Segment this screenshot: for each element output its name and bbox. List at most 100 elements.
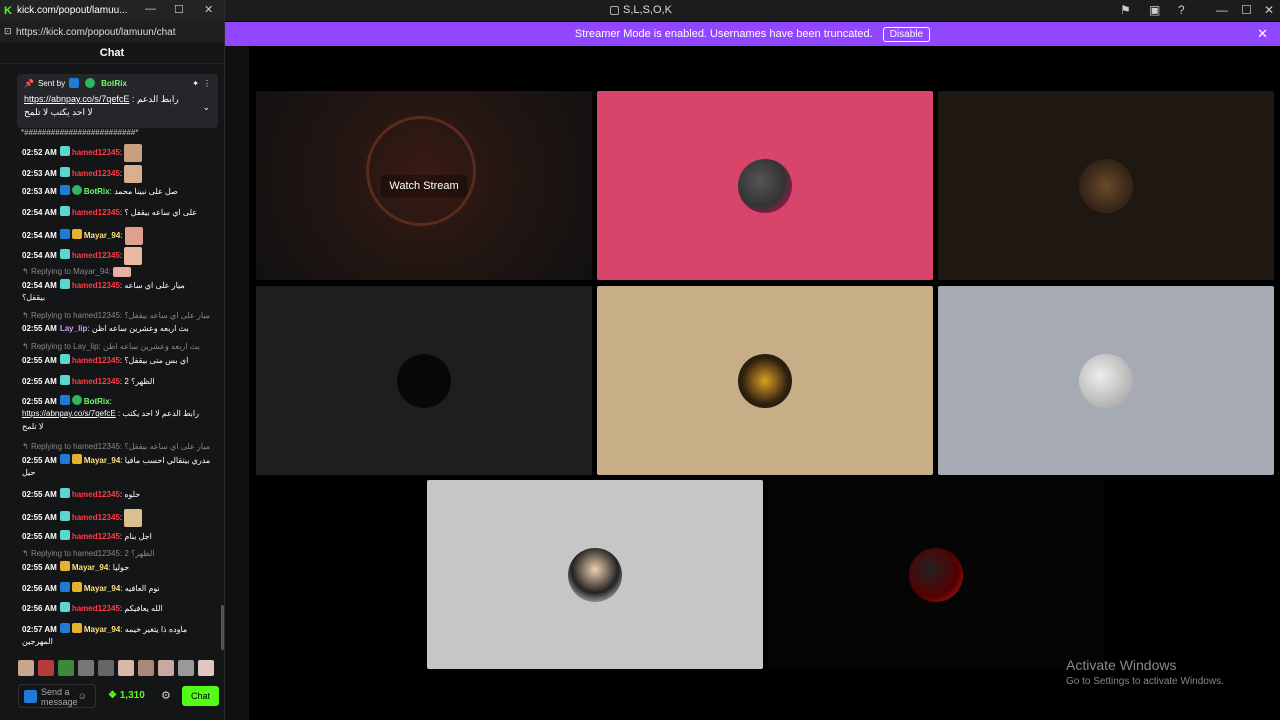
pinned-username[interactable]: BotRix	[101, 79, 127, 88]
maximize-icon[interactable]: ☐	[1241, 3, 1252, 17]
subscriber-badge-icon	[59, 488, 70, 498]
window-title: S,L,S,O,K	[610, 4, 672, 16]
username[interactable]: BotRix	[84, 187, 110, 196]
chat-scrollbar[interactable]	[221, 605, 224, 650]
emote-bar	[18, 660, 214, 676]
chat-send-button[interactable]: Chat	[182, 686, 219, 706]
username[interactable]: hamed12345	[72, 490, 120, 499]
message-placeholder: Send a message	[41, 687, 78, 707]
stream-logo	[366, 116, 476, 226]
verified-badge-icon	[71, 395, 82, 405]
chat-message: 02:55 AM Mayar_94: مدري بيتقالي احسب مافي…	[22, 454, 211, 465]
reply-context[interactable]: ↰ Replying to hamed12345: ميار على اي سا…	[22, 311, 210, 320]
username[interactable]: hamed12345	[72, 281, 120, 290]
reply-context[interactable]: ↰ Replying to hamed12345: الظهر؟ 2	[22, 549, 155, 558]
username[interactable]: hamed12345	[72, 169, 120, 178]
username[interactable]: BotRix	[84, 397, 110, 406]
more-options-icon[interactable]: ⋮	[203, 79, 211, 88]
emote-icon[interactable]	[78, 660, 94, 676]
stream-tile[interactable]	[597, 286, 933, 475]
stream-tile[interactable]	[597, 91, 933, 280]
emote-icon[interactable]	[98, 660, 114, 676]
close-icon[interactable]: ✕	[1264, 3, 1274, 17]
subscriber-badge-icon	[59, 206, 70, 216]
vip-badge-icon	[59, 395, 70, 405]
chat-message: 02:55 AM hamed12345: حلوه	[22, 488, 141, 499]
username[interactable]: Mayar_94	[84, 584, 120, 593]
username[interactable]: Mayar_94	[72, 563, 108, 572]
minimize-icon[interactable]: —	[145, 3, 156, 15]
username[interactable]: hamed12345	[72, 356, 120, 365]
disable-button[interactable]: Disable	[882, 26, 931, 42]
subscriber-badge-icon	[59, 279, 70, 289]
flag-icon[interactable]: ⚑	[1120, 3, 1131, 17]
emoji-icon[interactable]: ☺	[78, 691, 87, 701]
username[interactable]: hamed12345	[72, 377, 120, 386]
username[interactable]: hamed12345	[72, 513, 120, 522]
emote-icon[interactable]	[198, 660, 214, 676]
close-icon[interactable]: ✕	[204, 3, 213, 16]
cast-icon[interactable]: ▣	[1149, 3, 1160, 17]
chat-message: 02:55 AM Lay_lip: بث اربعه وعشرين ساعه اظ…	[22, 324, 189, 333]
emote-icon	[113, 267, 132, 277]
crown-badge-icon	[71, 623, 82, 633]
message-input[interactable]: Send a message ☺	[18, 684, 96, 708]
chat-message: 02:56 AM Mayar_94: نوم العافيه	[22, 582, 160, 593]
chat-link[interactable]: https://abnpay.co/s/7qefcE	[22, 409, 116, 418]
window-title-text: S,L,S,O,K	[623, 4, 672, 16]
emote-icon[interactable]	[138, 660, 154, 676]
username[interactable]: hamed12345	[72, 148, 120, 157]
username[interactable]: Mayar_94	[84, 231, 120, 240]
chat-message: 02:55 AM hamed12345: اجل بنام	[22, 530, 152, 541]
pinned-text: : رابط الدعم	[131, 94, 179, 104]
emote-icon[interactable]	[158, 660, 174, 676]
chat-message-continued: https://abnpay.co/s/7qefcE : رابط الدعم …	[22, 409, 199, 418]
emote-icon[interactable]	[58, 660, 74, 676]
verified-badge-icon	[85, 78, 96, 88]
minimize-icon[interactable]: —	[1216, 3, 1228, 17]
username[interactable]: Lay_lip	[60, 324, 88, 333]
url-bar[interactable]: ⊡ https://kick.com/popout/lamuun/chat	[0, 21, 224, 43]
pinned-link[interactable]: https://abnpay.co/s/7qefcE	[24, 94, 129, 104]
gear-icon[interactable]: ⚙	[161, 689, 171, 702]
maximize-icon[interactable]: ☐	[174, 3, 184, 16]
username[interactable]: hamed12345	[72, 604, 120, 613]
unpin-icon[interactable]: ✦	[192, 79, 199, 88]
chat-message: 02:55 AM hamed12345:	[22, 509, 143, 527]
site-info-icon[interactable]: ⊡	[4, 26, 12, 37]
reply-context[interactable]: ↰ Replying to Mayar_94:	[22, 267, 132, 277]
popout-titlebar: K kick.com/popout/lamuu... — ☐ ✕	[0, 0, 224, 21]
chat-message: 02:56 AM hamed12345: الله يعافيكم	[22, 602, 163, 613]
username[interactable]: hamed12345	[72, 251, 120, 260]
username[interactable]: hamed12345	[72, 532, 120, 541]
stream-tile[interactable]	[938, 286, 1274, 475]
username[interactable]: Mayar_94	[84, 456, 120, 465]
reply-context[interactable]: ↰ Replying to Lay_lip: بث اربعه وعشرين س…	[22, 342, 200, 351]
watch-stream-button[interactable]: Watch Stream	[380, 174, 468, 197]
chat-message: 02:55 AM hamed12345: اي بس متى بيقفل؟	[22, 354, 189, 365]
stream-tile[interactable]: Watch Stream	[256, 91, 592, 280]
stream-tile[interactable]	[768, 480, 1104, 669]
stream-tile[interactable]	[427, 480, 763, 669]
subscriber-badge-icon	[59, 354, 70, 364]
chevron-down-icon[interactable]: ⌄	[202, 102, 210, 113]
pinned-message[interactable]: 📌 Sent by BotRix ✦ ⋮ https://abnpay.co/s…	[17, 74, 218, 128]
banner-close-icon[interactable]: ✕	[1257, 26, 1268, 42]
subscriber-badge-icon	[59, 511, 70, 522]
emote-icon[interactable]	[118, 660, 134, 676]
emote-icon	[124, 165, 143, 183]
vip-badge-icon	[69, 78, 80, 88]
subscriber-badge-icon	[59, 249, 70, 260]
username[interactable]: hamed12345	[72, 208, 120, 217]
emote-icon[interactable]	[38, 660, 54, 676]
channel-points[interactable]: ❖ 1,310	[108, 690, 145, 701]
username[interactable]: Mayar_94	[84, 625, 120, 634]
emote-icon[interactable]	[178, 660, 194, 676]
stream-tile[interactable]	[256, 286, 592, 475]
reply-context[interactable]: ↰ Replying to hamed12345: ميار على اي سا…	[22, 442, 210, 451]
emote-icon[interactable]	[18, 660, 34, 676]
stream-tile[interactable]	[938, 91, 1274, 280]
chat-message: 02:52 AM hamed12345:	[22, 144, 143, 162]
crown-badge-icon	[71, 582, 82, 592]
help-icon[interactable]: ?	[1178, 3, 1185, 17]
